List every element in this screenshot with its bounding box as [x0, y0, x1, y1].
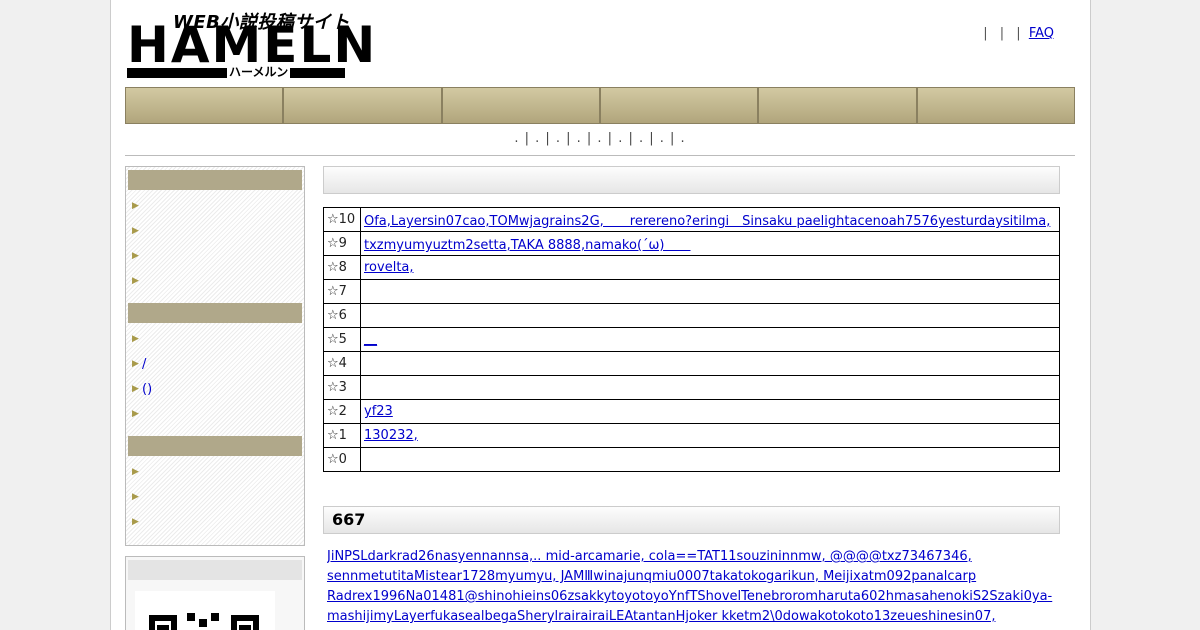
rating-voters[interactable]: txzmyumyuztm2setta,TAKA 8888,namako(´ω)	[360, 231, 1060, 256]
arrow-icon: ▶	[132, 359, 139, 369]
nav-item[interactable]	[916, 87, 1075, 124]
sidebar-item[interactable]: ▶	[130, 219, 304, 244]
rating-row: ☆9 txzmyumyuztm2setta,TAKA 8888,namako(´ω…	[323, 231, 1060, 256]
rating-star-label: ☆0	[323, 447, 361, 472]
rating-table: ☆10 Ofa,Layersin07cao,TOMwjagrains2G, rer…	[323, 207, 1060, 472]
nav-item[interactable]	[441, 87, 600, 124]
rating-voters[interactable]	[360, 351, 1060, 376]
arrow-icon: ▶	[132, 334, 139, 344]
rating-star-label: ☆2	[323, 399, 361, 424]
arrow-icon: ▶	[132, 467, 139, 477]
rating-row: ☆6	[323, 303, 1060, 328]
rating-row: ☆5 __	[323, 327, 1060, 352]
rating-row: ☆7	[323, 279, 1060, 304]
rating-star-label: ☆4	[323, 351, 361, 376]
top-link-separator: |	[999, 26, 1005, 41]
sidebar-list: ▶ ▶ / ▶() ▶	[126, 323, 304, 433]
sidebar-section-header	[128, 303, 302, 323]
nav-item[interactable]	[125, 87, 284, 124]
nav-item[interactable]	[758, 87, 917, 124]
qr-panel-header	[128, 560, 302, 580]
arrow-icon: ▶	[132, 201, 139, 211]
rating-star-label: ☆10	[323, 207, 361, 232]
sidebar-item[interactable]: ▶	[130, 194, 304, 219]
rating-table-body: ☆10 Ofa,Layersin07cao,TOMwjagrains2G, rer…	[323, 207, 1060, 472]
rating-row: ☆4	[323, 351, 1060, 376]
rating-star-label: ☆5	[323, 327, 361, 352]
rating-voters[interactable]: rovelta,	[360, 255, 1060, 280]
rating-star-label: ☆1	[323, 423, 361, 448]
nav-item[interactable]	[599, 87, 759, 124]
sidebar-list: ▶ ▶ ▶ ▶	[126, 190, 304, 300]
arrow-icon: ▶	[132, 251, 139, 261]
rating-row: ☆10 Ofa,Layersin07cao,TOMwjagrains2G, rer…	[323, 207, 1060, 232]
arrow-icon: ▶	[132, 492, 139, 502]
raters-line[interactable]: Radrex1996Na01481@shinohieins06zsakkytoy…	[327, 587, 1057, 607]
qr-code-icon	[135, 591, 275, 630]
rating-count-header: 667	[323, 506, 1060, 534]
rating-voters[interactable]: yf23	[360, 399, 1060, 424]
arrow-icon: ▶	[132, 384, 139, 394]
arrow-icon: ▶	[132, 517, 139, 527]
sidebar-section-header	[128, 170, 302, 190]
sidebar-list: ▶ ▶ ▶	[126, 456, 304, 541]
rating-star-label: ☆9	[323, 231, 361, 256]
raters-list: JiNPSLdarkrad26nasyennannsa,.. mid-arcam…	[327, 547, 1057, 627]
sidebar-item[interactable]: ▶()	[130, 377, 304, 402]
arrow-icon: ▶	[132, 226, 139, 236]
logo-wordmark: HAMELN	[127, 16, 378, 74]
sidebar-item-label: /	[142, 357, 147, 372]
rating-row: ☆8 rovelta,	[323, 255, 1060, 280]
sidebar-item[interactable]: ▶	[130, 510, 304, 535]
rating-row: ☆2 yf23	[323, 399, 1060, 424]
logo-kana: ハーメルン	[227, 65, 291, 79]
page: WEB小説投稿サイト HAMELN ハーメルン | | | FAQ . | . …	[110, 0, 1091, 630]
rating-star-label: ☆3	[323, 375, 361, 400]
faq-link[interactable]: FAQ	[1029, 26, 1054, 41]
sidebar-item[interactable]: ▶	[130, 327, 304, 352]
arrow-icon: ▶	[132, 409, 139, 419]
header-divider	[125, 155, 1075, 156]
sidebar-item-label: ()	[142, 382, 153, 397]
rating-star-label: ☆6	[323, 303, 361, 328]
rating-row: ☆1 130232,	[323, 423, 1060, 448]
sidebar-item[interactable]: ▶	[130, 269, 304, 294]
top-links: | | | FAQ	[979, 26, 1054, 41]
main-nav	[125, 87, 1075, 124]
rating-voters[interactable]	[360, 375, 1060, 400]
nav-item[interactable]	[283, 87, 442, 124]
sidebar-item[interactable]: ▶	[130, 485, 304, 510]
raters-line[interactable]: sennmetutitaMistear1728myumyu, JAMⅢwinaj…	[327, 567, 1057, 587]
top-link-separator: |	[1016, 26, 1021, 41]
sidebar: ▶ ▶ ▶ ▶ ▶ ▶ / ▶() ▶ ▶ ▶ ▶	[125, 166, 305, 546]
sidebar-section-header	[128, 436, 302, 456]
site-logo[interactable]: WEB小説投稿サイト HAMELN ハーメルン	[127, 10, 375, 80]
sidebar-item[interactable]: ▶	[130, 460, 304, 485]
rating-voters[interactable]: __	[360, 327, 1060, 352]
sidebar-item[interactable]: ▶	[130, 244, 304, 269]
top-link-separator: |	[983, 26, 988, 41]
qr-panel	[125, 556, 305, 630]
rating-row: ☆3	[323, 375, 1060, 400]
rating-voters[interactable]	[360, 303, 1060, 328]
rating-voters[interactable]: 130232,	[360, 423, 1060, 448]
rating-voters[interactable]	[360, 279, 1060, 304]
rating-star-label: ☆7	[323, 279, 361, 304]
rating-star-label: ☆8	[323, 255, 361, 280]
rating-row: ☆0	[323, 447, 1060, 472]
rating-voters[interactable]	[360, 447, 1060, 472]
rating-count: 667	[332, 510, 366, 529]
sub-nav[interactable]: . | . | . | . | . | . | . | . | .	[125, 131, 1075, 146]
raters-line[interactable]: JiNPSLdarkrad26nasyennannsa,.. mid-arcam…	[327, 547, 1057, 567]
arrow-icon: ▶	[132, 276, 139, 286]
sidebar-item[interactable]: ▶ /	[130, 352, 304, 377]
rating-panel-header	[323, 166, 1060, 194]
sidebar-item[interactable]: ▶	[130, 402, 304, 427]
rating-voters[interactable]: Ofa,Layersin07cao,TOMwjagrains2G, rerere…	[360, 207, 1060, 232]
raters-line[interactable]: mashijimyLayerfukasealbegaSherylrairaira…	[327, 607, 1057, 627]
